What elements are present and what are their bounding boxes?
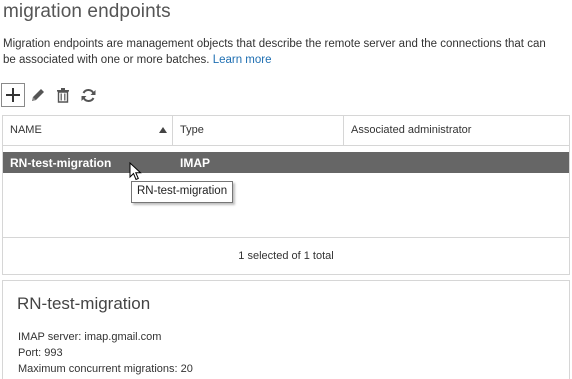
column-header-admin-label: Associated administrator <box>351 124 472 136</box>
refresh-button[interactable] <box>76 83 100 107</box>
add-button[interactable] <box>1 83 25 107</box>
description-line-1: Migration endpoints are management objec… <box>3 38 546 50</box>
row-type-cell: IMAP <box>180 155 210 170</box>
column-header-name-label: NAME <box>10 124 42 136</box>
details-panel: RN-test-migration IMAP server: imap.gmai… <box>2 280 570 379</box>
details-title: RN-test-migration <box>17 294 151 313</box>
description-line-2-text: be associated with one or more batches. <box>3 54 210 66</box>
delete-button[interactable] <box>51 83 75 107</box>
refresh-icon <box>81 88 95 102</box>
column-header-type[interactable]: Type <box>173 116 344 145</box>
column-header-type-label: Type <box>180 124 204 136</box>
endpoints-list: NAME Type Associated administrator RN-te… <box>2 115 570 275</box>
mouse-pointer-icon <box>129 162 142 181</box>
page-description: Migration endpoints are management objec… <box>3 36 571 68</box>
details-max-concurrent: Maximum concurrent migrations: 20 <box>18 363 193 375</box>
row-name-cell: RN-test-migration <box>10 155 112 170</box>
delete-icon <box>57 88 69 103</box>
edit-icon <box>32 89 44 101</box>
details-imap-server: IMAP server: imap.gmail.com <box>18 331 162 343</box>
row-tooltip: RN-test-migration <box>131 181 234 203</box>
page-title: migration endpoints <box>3 1 171 22</box>
column-header-associated-administrator[interactable]: Associated administrator <box>344 116 569 145</box>
migration-endpoints-page: migration endpoints Migration endpoints … <box>0 0 572 379</box>
learn-more-link[interactable]: Learn more <box>213 54 272 66</box>
add-icon <box>6 88 20 102</box>
table-row[interactable]: RN-test-migration IMAP <box>3 152 569 173</box>
sort-ascending-icon <box>159 127 167 133</box>
edit-button[interactable] <box>26 83 50 107</box>
selection-status: 1 selected of 1 total <box>238 250 334 262</box>
details-port: Port: 993 <box>18 347 63 359</box>
toolbar <box>1 82 101 108</box>
column-header-name[interactable]: NAME <box>3 116 173 145</box>
list-header: NAME Type Associated administrator <box>3 116 569 146</box>
description-line-2: be associated with one or more batches. … <box>3 52 571 68</box>
